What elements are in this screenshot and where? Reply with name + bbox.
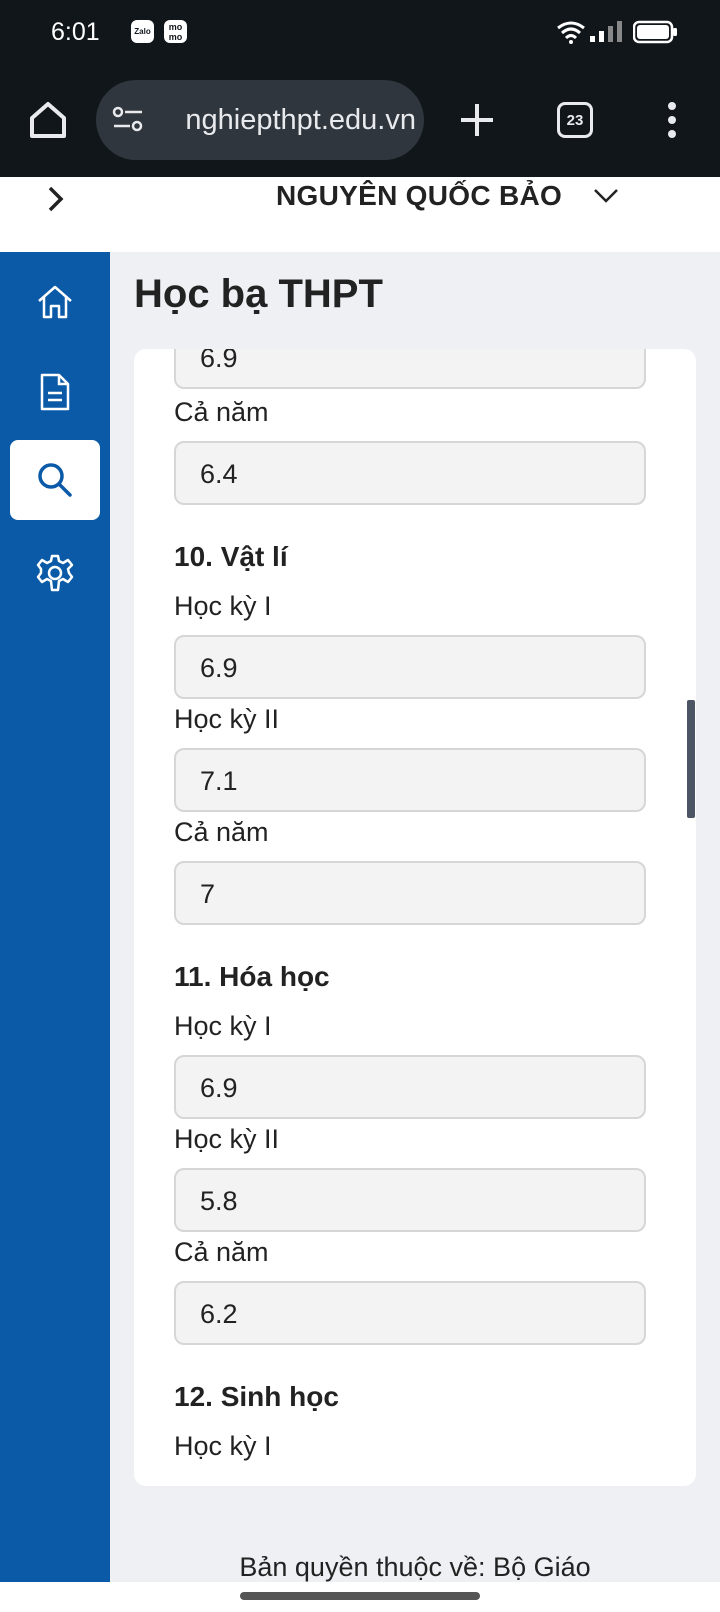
transcript-card[interactable]: 6.9 Cả năm 6.4 10. Vật lí Học kỳ I 6.9 H…	[134, 349, 696, 1486]
gear-icon	[36, 554, 74, 592]
new-tab-icon[interactable]	[455, 98, 499, 142]
battery-icon	[633, 20, 677, 44]
grade-value: 6.2	[200, 1299, 238, 1329]
url-text: nghiepthpt.edu.vn	[185, 104, 416, 136]
sidebar-item-search[interactable]	[10, 440, 100, 520]
search-icon	[38, 463, 72, 497]
grade-value: 7.1	[200, 766, 238, 796]
year-label: Cả năm	[174, 1237, 269, 1267]
status-time: 6:01	[51, 18, 100, 46]
year-label: Cả năm	[174, 397, 269, 427]
tab-switcher-button[interactable]: 23	[557, 102, 593, 138]
grade-value: 6.9	[200, 1073, 238, 1103]
browser-chrome: 6:01 Zalo mo mo nghiepthpt.edu.vn 23	[0, 0, 720, 177]
more-vert-icon[interactable]	[660, 100, 684, 140]
grade-field: 7.1	[174, 748, 646, 812]
sem2-label: Học kỳ II	[174, 704, 280, 734]
footer-text: Bản quyền thuộc về: Bộ Giáo	[239, 1552, 591, 1582]
sidebar-item-home[interactable]	[10, 262, 100, 342]
page-header: NGUYÊN QUỐC BẢO	[0, 177, 720, 252]
home-indicator[interactable]	[240, 1592, 480, 1600]
site-settings-icon[interactable]	[112, 106, 144, 134]
signal-icon	[590, 21, 622, 42]
momo-icon: mo mo	[164, 20, 187, 43]
grade-value: 6.9	[200, 653, 238, 683]
sem1-label: Học kỳ I	[174, 591, 272, 621]
sem1-label: Học kỳ I	[174, 1011, 272, 1041]
sem1-label: Học kỳ I	[174, 1431, 272, 1461]
zalo-icon: Zalo	[131, 20, 154, 43]
subject-heading: 11. Hóa học	[174, 961, 330, 992]
grade-field: 6.9	[174, 635, 646, 699]
grade-value: 7	[200, 879, 216, 909]
scrollbar-thumb[interactable]	[687, 700, 695, 818]
grade-field: 6.9	[174, 1055, 646, 1119]
grade-value: 6.9	[200, 349, 238, 373]
sidebar-item-document[interactable]	[10, 352, 100, 432]
user-name[interactable]: NGUYÊN QUỐC BẢO	[276, 180, 562, 212]
grade-field: 6.9	[174, 349, 646, 389]
sidebar	[0, 252, 110, 1582]
grade-field: 7	[174, 861, 646, 925]
home-icon[interactable]	[26, 98, 70, 142]
chevron-down-icon[interactable]	[593, 187, 619, 205]
main-content: Học bạ THPT 6.9 Cả năm 6.4 10. Vật lí Họ…	[110, 252, 720, 1582]
subject-heading: 12. Sinh học	[174, 1381, 339, 1412]
page-title: Học bạ THPT	[134, 272, 383, 316]
chevron-right-icon[interactable]	[44, 185, 68, 213]
sidebar-item-settings[interactable]	[10, 533, 100, 613]
document-icon	[40, 373, 70, 411]
url-bar[interactable]: nghiepthpt.edu.vn	[96, 80, 424, 160]
home-icon	[38, 285, 72, 319]
sem2-label: Học kỳ II	[174, 1124, 280, 1154]
grade-field: 6.4	[174, 441, 646, 505]
year-label: Cả năm	[174, 817, 269, 847]
subject-heading: 10. Vật lí	[174, 541, 288, 572]
grade-value: 6.4	[200, 459, 238, 489]
grade-value: 5.8	[200, 1186, 238, 1216]
wifi-icon	[557, 21, 585, 44]
grade-field: 6.2	[174, 1281, 646, 1345]
grade-field: 5.8	[174, 1168, 646, 1232]
